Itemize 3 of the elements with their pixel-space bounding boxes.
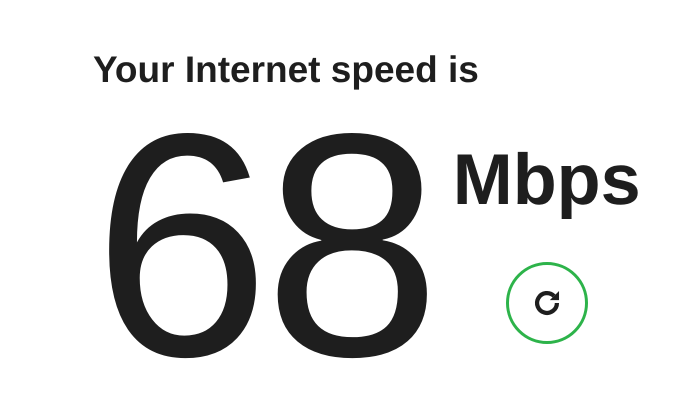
speed-value: 68 — [93, 96, 435, 396]
heading: Your Internet speed is — [93, 48, 479, 92]
speed-unit: Mbps — [452, 140, 641, 220]
